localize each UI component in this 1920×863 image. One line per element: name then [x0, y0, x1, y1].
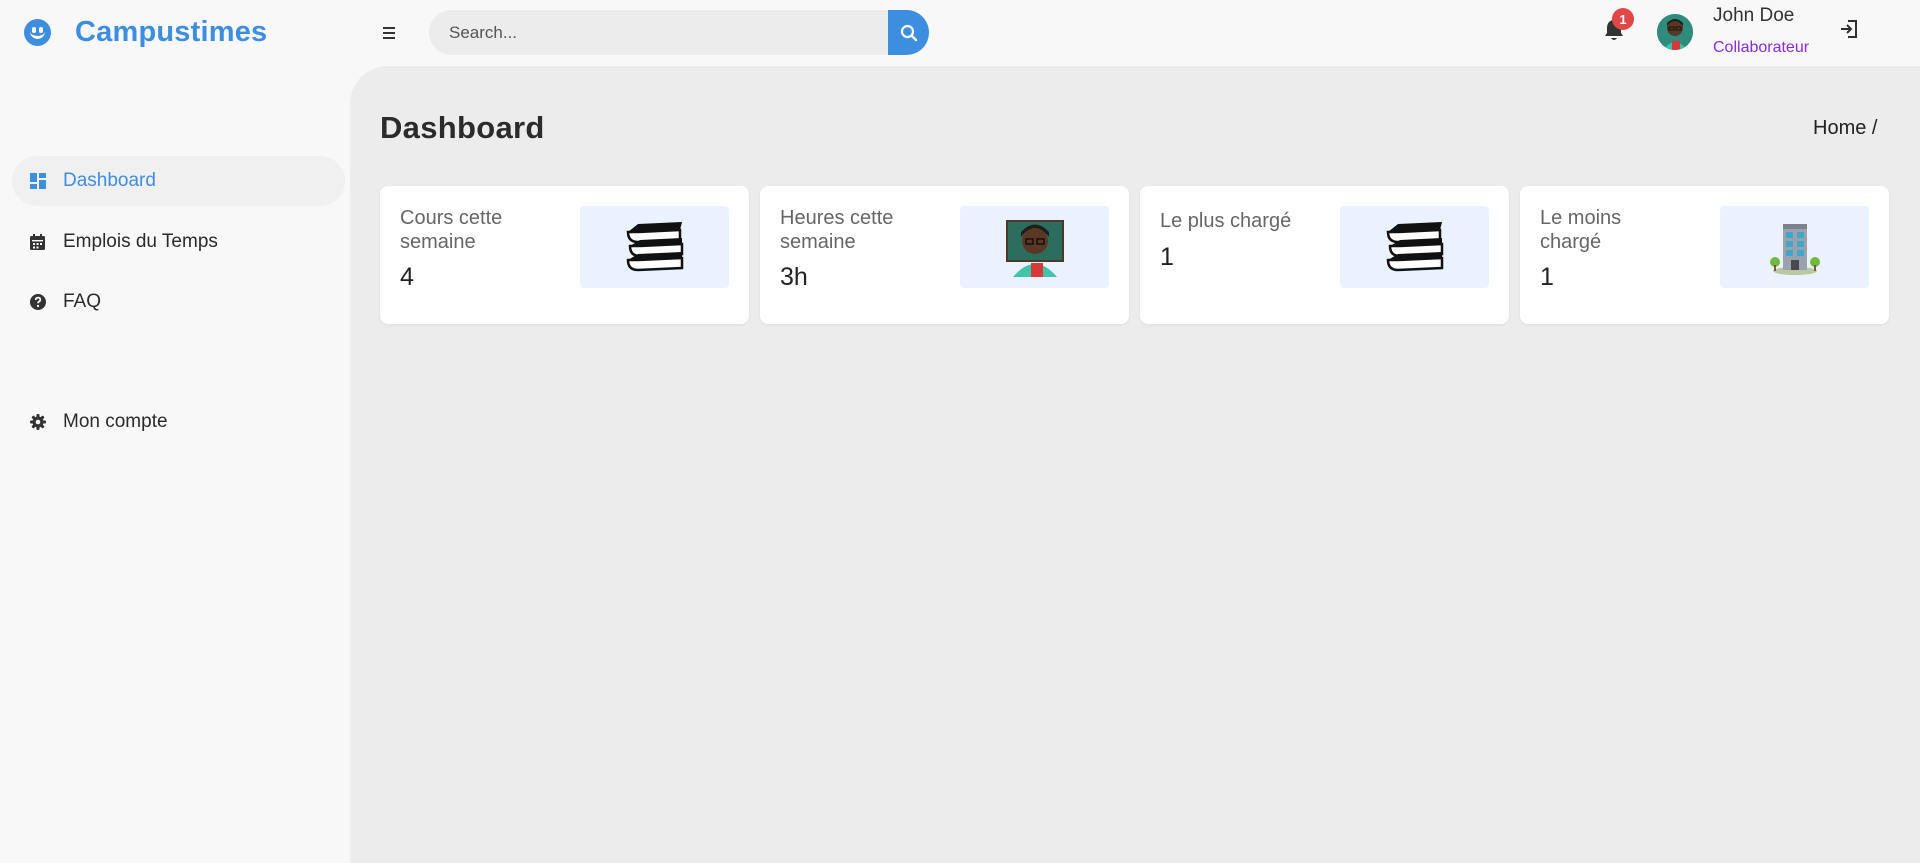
- books-icon: [580, 206, 729, 288]
- search-icon: [900, 24, 917, 41]
- books-icon: [1340, 206, 1489, 288]
- sidebar-item-mon-compte[interactable]: Mon compte: [12, 397, 345, 447]
- stat-card-label: Le plus chargé: [1160, 210, 1292, 232]
- stat-card-value: 1: [1160, 243, 1174, 271]
- sidebar-item-emplois-du-temps[interactable]: Emplois du Temps: [12, 217, 345, 267]
- avatar[interactable]: [1657, 14, 1693, 50]
- app-logo[interactable]: Campustimes: [24, 16, 267, 49]
- gear-icon: [28, 413, 47, 432]
- search-input[interactable]: [429, 10, 888, 55]
- stat-card-plus-charge: Le plus chargé 1: [1140, 186, 1509, 324]
- top-bar: Campustimes 1 John Doe Colla: [0, 0, 1920, 66]
- question-circle-icon: [28, 293, 47, 312]
- sidebar-item-dashboard[interactable]: Dashboard: [12, 156, 345, 206]
- notification-count-badge: 1: [1612, 8, 1634, 30]
- stat-card-heures: Heures cette semaine 3h: [760, 186, 1129, 324]
- stat-card-value: 4: [400, 263, 414, 291]
- smiley-logo-icon: [24, 19, 51, 46]
- user-role: Collaborateur: [1713, 39, 1810, 56]
- sidebar-item-label: Emplois du Temps: [63, 231, 218, 252]
- user-avatar-icon: [1657, 14, 1693, 50]
- stat-card-label: Le moins chargé: [1540, 207, 1622, 253]
- teacher-icon: [960, 206, 1109, 288]
- sidebar-item-label: FAQ: [63, 291, 102, 312]
- page-title: Dashboard: [380, 110, 545, 145]
- sidebar-item-label: Mon compte: [63, 411, 168, 432]
- sidebar-item-faq[interactable]: FAQ: [12, 277, 345, 327]
- stat-card-value: 1: [1540, 263, 1554, 291]
- calendar-icon: [28, 233, 47, 252]
- search-bar: [429, 10, 929, 55]
- stat-card-label: Heures cette semaine: [780, 207, 894, 253]
- breadcrumb[interactable]: Home /: [1813, 117, 1877, 140]
- stat-card-cours: Cours cette semaine 4: [380, 186, 749, 324]
- stat-card-moins-charge: Le moins chargé 1: [1520, 186, 1889, 324]
- sidebar-item-label: Dashboard: [63, 170, 156, 191]
- logout-button[interactable]: [1838, 17, 1860, 41]
- search-button[interactable]: [888, 10, 929, 55]
- building-icon: [1720, 206, 1869, 288]
- user-name: John Doe: [1713, 5, 1795, 26]
- logout-icon: [1841, 20, 1857, 38]
- stat-card-value: 3h: [780, 263, 808, 291]
- app-name: Campustimes: [75, 16, 268, 48]
- menu-toggle-button[interactable]: [381, 22, 399, 42]
- stat-card-label: Cours cette semaine: [400, 207, 503, 253]
- dashboard-icon: [28, 172, 47, 191]
